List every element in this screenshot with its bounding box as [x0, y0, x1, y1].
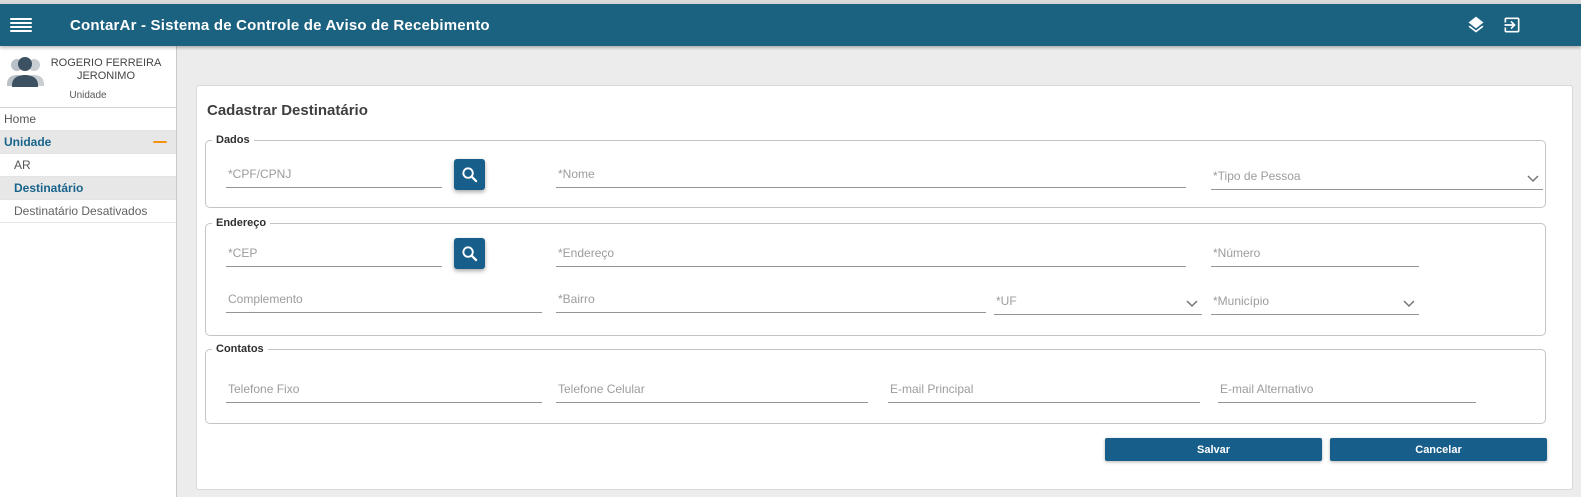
municipio-select[interactable]: *Município	[1211, 291, 1419, 315]
sidebar-item-label: Destinatário	[14, 181, 83, 195]
cancel-button[interactable]: Cancelar	[1330, 438, 1547, 461]
cep-field-wrap	[226, 243, 442, 267]
telefone-fixo-field-wrap	[226, 379, 542, 403]
chevron-down-icon	[1527, 175, 1539, 183]
sidebar-item-destinatario-desativados[interactable]: Destinatário Desativados	[0, 200, 176, 223]
telefone-celular-input[interactable]	[556, 379, 868, 403]
section-contatos-legend: Contatos	[212, 343, 268, 355]
complemento-field-wrap	[226, 289, 542, 313]
user-name: ROGERIO FERREIRA JERONIMO	[46, 55, 172, 83]
telefone-celular-field-wrap	[556, 379, 868, 403]
sidebar-item-label: AR	[14, 158, 31, 172]
nome-field-wrap	[556, 164, 1186, 188]
sidebar-item-ar[interactable]: AR	[0, 154, 176, 177]
municipio-label: *Município	[1213, 294, 1269, 308]
sidebar-item-destinatario[interactable]: Destinatário	[0, 177, 176, 200]
sidebar-item-label: Destinatário Desativados	[14, 204, 147, 218]
bairro-field-wrap	[556, 289, 986, 313]
email-alternativo-input[interactable]	[1218, 379, 1476, 403]
endereco-field-wrap	[556, 243, 1186, 267]
user-avatar-icon	[6, 55, 46, 87]
section-contatos: Contatos	[205, 343, 1546, 424]
uf-select[interactable]: *UF	[994, 291, 1202, 315]
logout-icon[interactable]	[1501, 14, 1523, 36]
sidebar-item-home[interactable]: Home	[0, 108, 176, 131]
nome-input[interactable]	[556, 164, 1186, 188]
bairro-input[interactable]	[556, 289, 986, 313]
search-icon	[461, 245, 478, 262]
save-button[interactable]: Salvar	[1105, 438, 1322, 461]
sidebar-item-label: Home	[4, 112, 36, 126]
telefone-fixo-input[interactable]	[226, 379, 542, 403]
menu-icon[interactable]	[10, 18, 32, 33]
app-header: ContarAr - Sistema de Controle de Aviso …	[0, 4, 1581, 46]
uf-label: *UF	[996, 294, 1017, 308]
cpf-search-button[interactable]	[454, 159, 485, 190]
cep-input[interactable]	[226, 243, 442, 267]
chevron-down-icon	[1186, 300, 1198, 308]
section-dados: Dados *Tipo de Pessoa	[205, 134, 1546, 208]
endereco-input[interactable]	[556, 243, 1186, 267]
numero-field-wrap	[1211, 243, 1419, 267]
email-principal-input[interactable]	[888, 379, 1200, 403]
sidebar-item-unidade[interactable]: Unidade	[0, 131, 176, 154]
section-endereco: Endereço *UF *Município	[205, 217, 1546, 336]
layers-icon[interactable]	[1465, 14, 1487, 36]
user-block: ROGERIO FERREIRA JERONIMO Unidade	[0, 46, 176, 108]
sidebar-item-label: Unidade	[4, 135, 51, 149]
sidebar: ROGERIO FERREIRA JERONIMO Unidade Home U…	[0, 46, 177, 497]
tipo-pessoa-label: *Tipo de Pessoa	[1213, 169, 1301, 183]
cpf-field-wrap	[226, 164, 442, 188]
numero-input[interactable]	[1211, 243, 1419, 267]
email-principal-field-wrap	[888, 379, 1200, 403]
email-alternativo-field-wrap	[1218, 379, 1476, 403]
cpf-input[interactable]	[226, 164, 442, 188]
app-title: ContarAr - Sistema de Controle de Aviso …	[70, 17, 490, 34]
search-icon	[461, 166, 478, 183]
chevron-down-icon	[1403, 300, 1415, 308]
content-card: Cadastrar Destinatário Dados *Tipo de Pe…	[196, 85, 1573, 490]
cep-search-button[interactable]	[454, 238, 485, 269]
sidebar-menu: Home Unidade AR Destinatário Destinatári…	[0, 108, 176, 223]
page-title: Cadastrar Destinatário	[207, 102, 368, 119]
user-role: Unidade	[4, 90, 172, 101]
tipo-pessoa-select[interactable]: *Tipo de Pessoa	[1211, 166, 1543, 190]
complemento-input[interactable]	[226, 289, 542, 313]
section-endereco-legend: Endereço	[212, 217, 270, 229]
collapse-minus-icon[interactable]	[153, 141, 167, 143]
section-dados-legend: Dados	[212, 134, 254, 146]
